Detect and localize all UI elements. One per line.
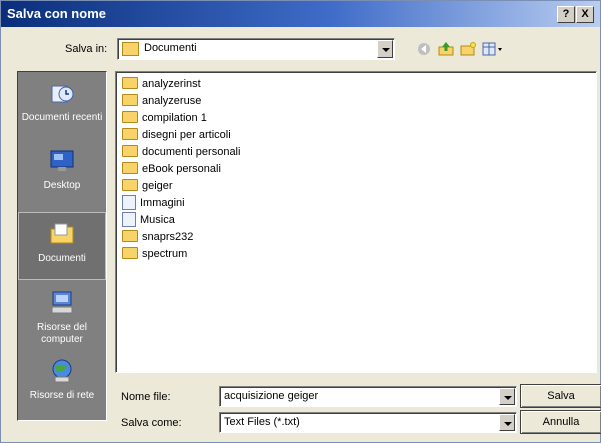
list-item[interactable]: snaprs232 bbox=[122, 229, 193, 245]
place-recent-documents[interactable]: Documenti recenti bbox=[18, 80, 106, 142]
list-item[interactable]: spectrum bbox=[122, 246, 187, 262]
special-folder-icon bbox=[122, 194, 136, 210]
save-as-type-dropdown-button[interactable] bbox=[499, 414, 515, 431]
list-item[interactable]: geiger bbox=[122, 178, 173, 194]
list-item[interactable]: disegni per articoli bbox=[122, 127, 231, 143]
place-label: Risorse del computer bbox=[36, 322, 88, 345]
folder-icon bbox=[122, 162, 138, 175]
folder-icon bbox=[122, 179, 138, 192]
close-button[interactable]: X bbox=[576, 6, 594, 23]
list-item[interactable]: Musica bbox=[122, 211, 175, 228]
network-places-icon bbox=[52, 359, 72, 383]
folder-icon bbox=[122, 230, 138, 243]
list-item[interactable]: Immagini bbox=[122, 194, 185, 211]
look-in-dropdown-button[interactable] bbox=[377, 40, 393, 58]
save-as-type-value: Text Files (*.txt) bbox=[224, 416, 300, 428]
folder-icon bbox=[122, 77, 138, 90]
folder-icon bbox=[122, 42, 139, 56]
new-folder-icon[interactable] bbox=[460, 42, 476, 56]
title-bar[interactable]: Salva con nome ? X bbox=[1, 1, 600, 27]
list-item[interactable]: analyzeruse bbox=[122, 93, 201, 109]
file-list[interactable]: analyzerinst analyzeruse compilation 1 d… bbox=[115, 71, 597, 373]
folder-icon bbox=[122, 128, 138, 141]
folder-icon bbox=[122, 145, 138, 158]
save-as-dialog: Salva con nome ? X Salva in: Documenti D… bbox=[0, 0, 601, 443]
file-name-field[interactable]: acquisizione geiger bbox=[219, 386, 517, 407]
save-button[interactable]: Salva bbox=[520, 384, 601, 408]
file-name-dropdown-button[interactable] bbox=[499, 388, 515, 405]
place-label: Risorse di rete bbox=[29, 390, 95, 401]
cancel-button[interactable]: Annulla bbox=[520, 410, 601, 434]
file-name-label: Nome file: bbox=[121, 391, 171, 403]
place-label: Desktop bbox=[43, 180, 81, 191]
place-my-documents[interactable]: Documenti bbox=[18, 212, 106, 280]
place-label: Documenti recenti bbox=[21, 112, 103, 123]
file-name-value: acquisizione geiger bbox=[224, 390, 319, 402]
look-in-label: Salva in: bbox=[65, 43, 108, 55]
look-in-value: Documenti bbox=[144, 42, 197, 54]
place-my-computer[interactable]: Risorse del computer bbox=[18, 290, 106, 352]
list-item[interactable]: compilation 1 bbox=[122, 110, 207, 126]
desktop-icon bbox=[50, 150, 74, 171]
my-documents-icon bbox=[50, 223, 74, 244]
my-computer-icon bbox=[51, 291, 73, 314]
list-item[interactable]: eBook personali bbox=[122, 161, 221, 177]
recent-documents-icon bbox=[51, 85, 74, 103]
places-bar: Documenti recenti Desktop Documenti Riso… bbox=[17, 71, 107, 421]
place-label: Documenti bbox=[38, 253, 86, 264]
back-icon[interactable] bbox=[416, 42, 432, 56]
place-desktop[interactable]: Desktop bbox=[18, 148, 106, 204]
view-menu-icon[interactable] bbox=[482, 42, 504, 56]
list-item[interactable]: documenti personali bbox=[122, 144, 240, 160]
folder-icon bbox=[122, 94, 138, 107]
save-as-type-label: Salva come: bbox=[121, 417, 182, 429]
save-as-type-combo[interactable]: Text Files (*.txt) bbox=[219, 412, 517, 433]
list-item[interactable]: analyzerinst bbox=[122, 76, 201, 92]
dialog-title: Salva con nome bbox=[7, 6, 106, 21]
up-folder-icon[interactable] bbox=[438, 42, 454, 56]
look-in-combo[interactable]: Documenti bbox=[117, 38, 395, 60]
help-button[interactable]: ? bbox=[557, 6, 575, 23]
place-network[interactable]: Risorse di rete bbox=[18, 358, 106, 414]
folder-icon bbox=[122, 247, 138, 260]
special-folder-icon bbox=[122, 211, 136, 227]
folder-icon bbox=[122, 111, 138, 124]
